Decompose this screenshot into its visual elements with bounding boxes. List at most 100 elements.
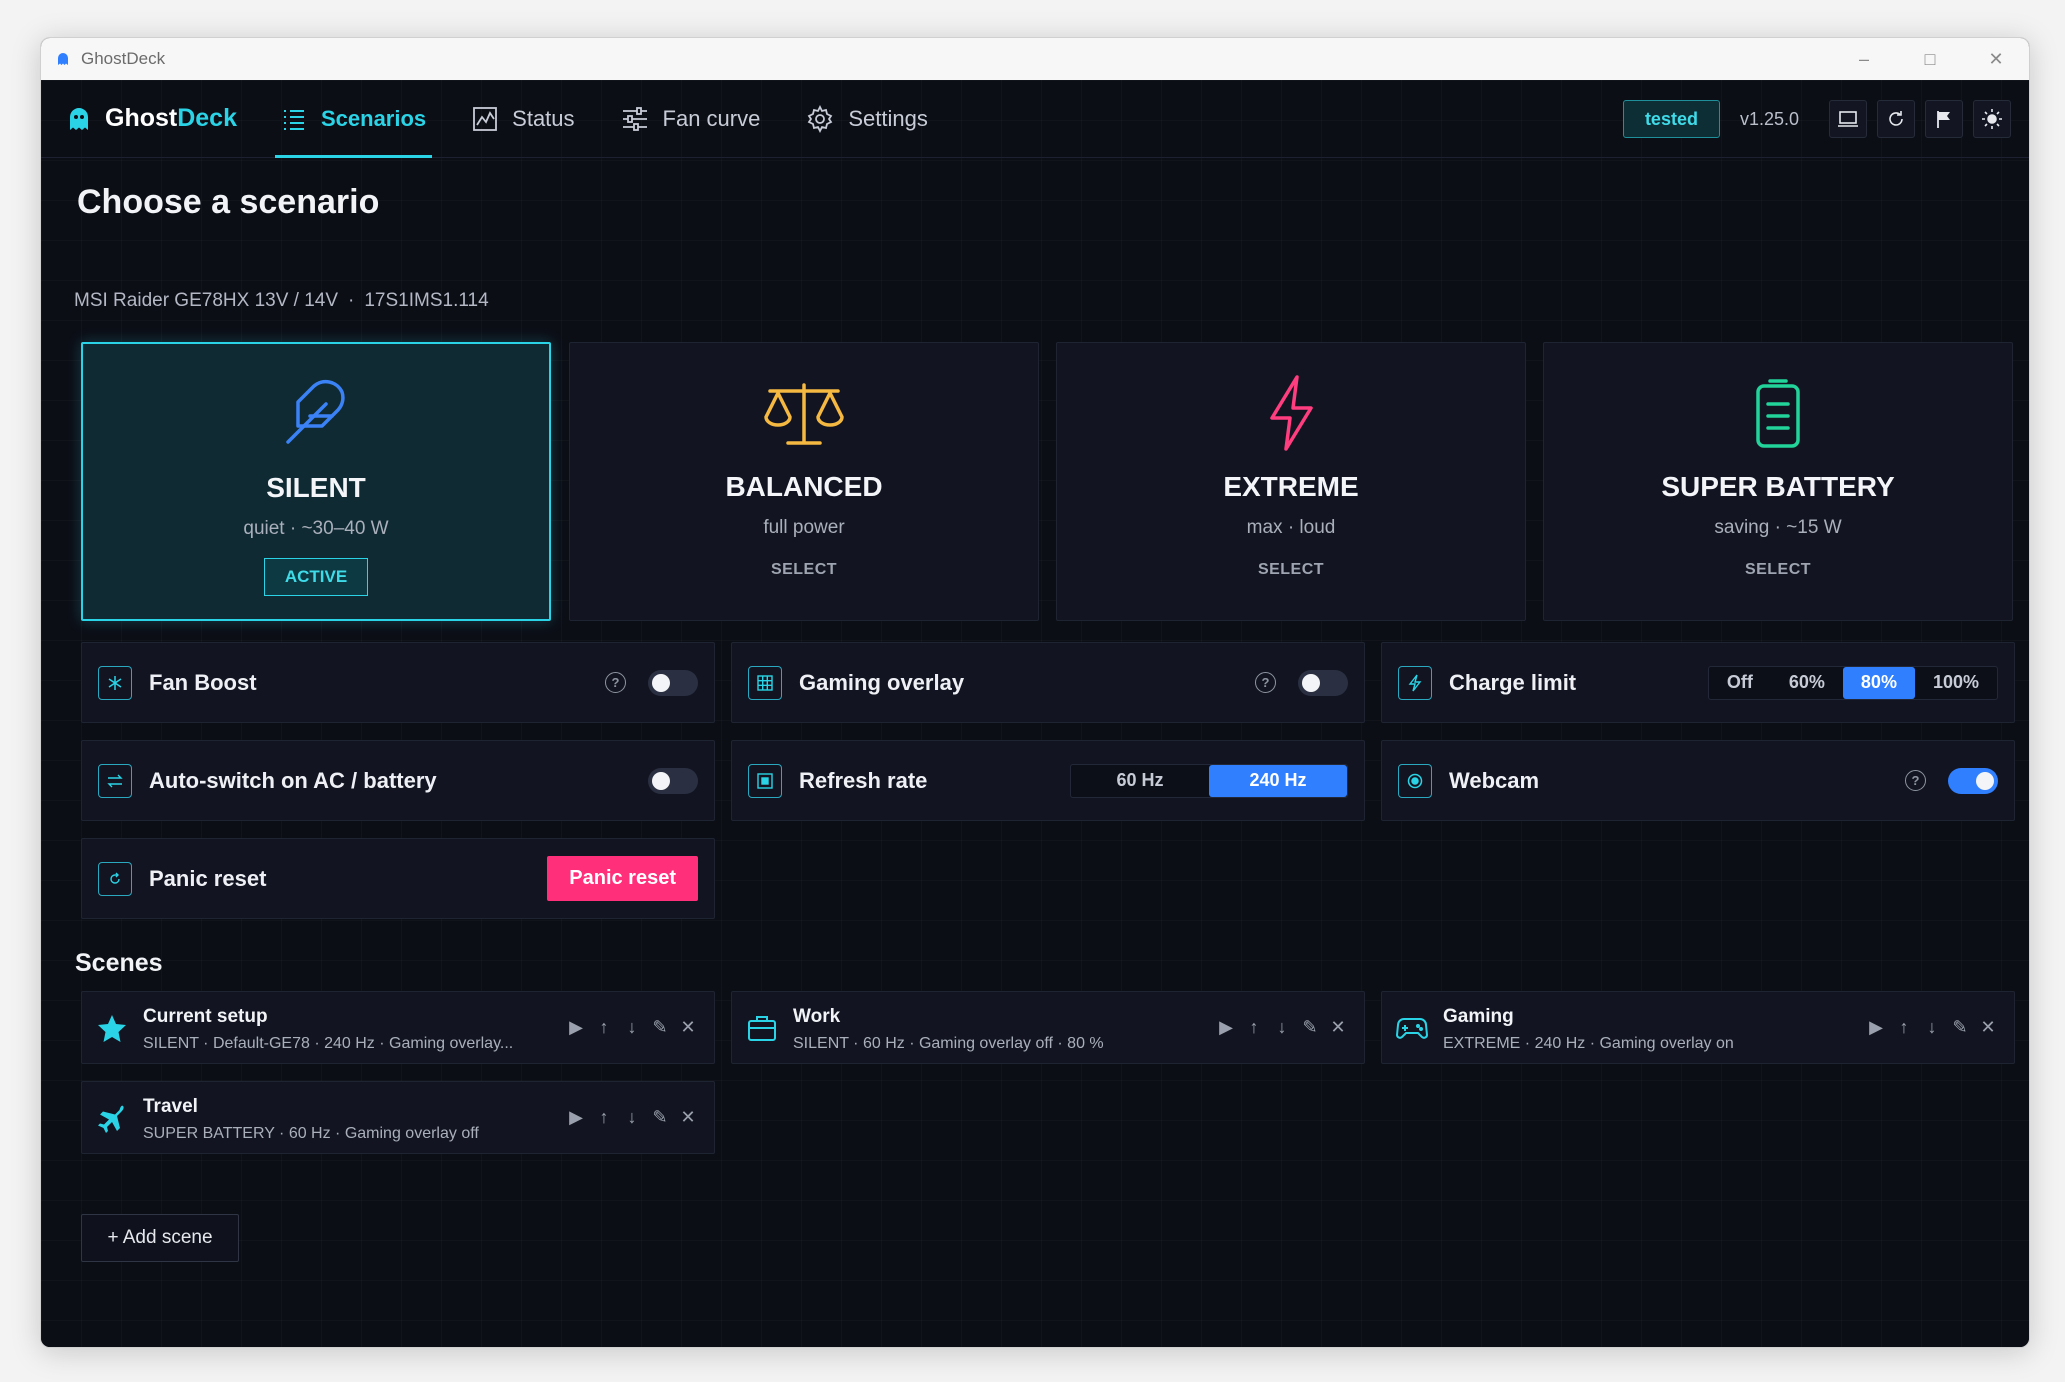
tab-status[interactable]: Status [466, 80, 580, 158]
gaming-overlay-toggle[interactable] [1298, 669, 1348, 696]
move-down-icon[interactable]: ↓ [618, 1017, 646, 1038]
move-down-icon[interactable]: ↓ [1918, 1017, 1946, 1038]
fan-boost-label: Fan Boost [149, 669, 257, 695]
charge-option-100[interactable]: 100% [1915, 667, 1997, 699]
play-icon[interactable]: ▶ [1862, 1017, 1890, 1038]
play-icon[interactable]: ▶ [1212, 1017, 1240, 1038]
help-icon[interactable]: ? [1905, 770, 1926, 791]
swap-icon [98, 763, 132, 798]
laptop-button[interactable] [1829, 100, 1867, 138]
delete-icon[interactable]: ✕ [1974, 1017, 2002, 1038]
charge-option-off[interactable]: Off [1709, 667, 1771, 699]
scenario-desc: saving · ~15 W [1714, 517, 1842, 538]
snowflake-icon [98, 665, 132, 700]
scenario-card-silent[interactable]: SILENT quiet · ~30–40 W ACTIVE [81, 342, 551, 621]
select-label: SELECT [1257, 561, 1325, 578]
move-down-icon[interactable]: ↓ [1268, 1017, 1296, 1038]
scenario-card-super-battery[interactable]: SUPER BATTERY saving · ~15 W SELECT [1543, 342, 2013, 621]
charge-limit-label: Charge limit [1449, 669, 1577, 695]
move-up-icon[interactable]: ↑ [1240, 1017, 1268, 1038]
charge-option-80[interactable]: 80% [1842, 666, 1915, 699]
brand-name-part2: Deck [177, 104, 237, 132]
refresh-button[interactable] [1877, 100, 1915, 138]
ghost-icon [70, 107, 88, 130]
tab-scenarios[interactable]: Scenarios [274, 80, 433, 158]
close-button[interactable]: ✕ [1963, 38, 2029, 80]
scenario-name: BALANCED [725, 471, 883, 502]
refresh-icon [1889, 111, 1903, 126]
title-bar: GhostDeck – □ ✕ [41, 38, 2029, 80]
refresh-option-240[interactable]: 240 Hz [1209, 764, 1347, 797]
webcam-toggle[interactable] [1948, 767, 1998, 794]
scene-travel[interactable]: Travel SUPER BATTERY · 60 Hz · Gaming ov… [81, 1081, 715, 1154]
panic-reset-label: Panic reset [149, 865, 267, 891]
reset-icon [98, 861, 132, 896]
tab-status-label: Status [512, 105, 575, 131]
scene-current-setup[interactable]: Current setup SILENT · Default-GE78 · 24… [81, 991, 715, 1064]
delete-icon[interactable]: ✕ [674, 1107, 702, 1128]
scenario-card-extreme[interactable]: EXTREME max · loud SELECT [1056, 342, 1526, 621]
grid-icon [748, 665, 782, 700]
move-up-icon[interactable]: ↑ [590, 1107, 618, 1128]
scenes-heading: Scenes [75, 949, 163, 977]
select-label: SELECT [770, 561, 838, 578]
scene-meta: SILENT · 60 Hz · Gaming overlay off · 80… [793, 1035, 1104, 1052]
edit-icon[interactable]: ✎ [646, 1107, 674, 1128]
panic-reset-card: Panic reset Panic reset [81, 838, 715, 919]
tab-settings[interactable]: Settings [800, 80, 934, 158]
display-icon [748, 763, 782, 798]
move-down-icon[interactable]: ↓ [618, 1107, 646, 1128]
charge-option-60[interactable]: 60% [1771, 667, 1843, 699]
scenario-desc: max · loud [1246, 517, 1336, 538]
help-icon[interactable]: ? [605, 672, 626, 693]
add-scene-button[interactable]: + Add scene [81, 1214, 239, 1262]
edit-icon[interactable]: ✎ [1946, 1017, 1974, 1038]
scene-name: Travel [143, 1096, 198, 1117]
maximize-button[interactable]: □ [1897, 38, 1963, 80]
scene-meta: EXTREME · 240 Hz · Gaming overlay on [1443, 1035, 1734, 1052]
scene-work[interactable]: Work SILENT · 60 Hz · Gaming overlay off… [731, 991, 1365, 1064]
scenario-desc: full power [763, 517, 845, 538]
star-icon [98, 1015, 126, 1042]
play-icon[interactable]: ▶ [562, 1017, 590, 1038]
edit-icon[interactable]: ✎ [1296, 1017, 1324, 1038]
scene-gaming[interactable]: Gaming EXTREME · 240 Hz · Gaming overlay… [1381, 991, 2015, 1064]
auto-switch-label: Auto-switch on AC / battery [149, 767, 437, 793]
scenario-card-balanced[interactable]: BALANCED full power SELECT [569, 342, 1039, 621]
scene-name: Gaming [1443, 1006, 1514, 1027]
move-up-icon[interactable]: ↑ [1890, 1017, 1918, 1038]
refresh-option-60[interactable]: 60 Hz [1071, 765, 1209, 797]
scenario-name: SUPER BATTERY [1661, 471, 1895, 502]
webcam-icon [1398, 763, 1432, 798]
gaming-overlay-card: Gaming overlay ? [731, 642, 1365, 723]
edit-icon[interactable]: ✎ [646, 1017, 674, 1038]
delete-icon[interactable]: ✕ [674, 1017, 702, 1038]
app-window: GhostDeck – □ ✕ Ghost Deck Scenarios Sta… [40, 37, 2030, 1348]
charge-bolt-icon [1398, 665, 1432, 700]
webcam-label: Webcam [1449, 767, 1540, 793]
scenario-desc: quiet · ~30–40 W [243, 518, 389, 539]
webcam-card: Webcam ? [1381, 740, 2015, 821]
refresh-rate-selector: 60 Hz 240 Hz [1070, 763, 1348, 798]
device-info: MSI Raider GE78HX 13V / 14V · 17S1IMS1.114 [74, 290, 489, 312]
gear-icon [808, 104, 833, 133]
auto-switch-toggle[interactable] [648, 767, 698, 794]
flag-button[interactable] [1925, 100, 1963, 138]
scene-meta: SILENT · Default-GE78 · 240 Hz · Gaming … [143, 1035, 514, 1052]
delete-icon[interactable]: ✕ [1324, 1017, 1352, 1038]
play-icon[interactable]: ▶ [562, 1107, 590, 1128]
main-content: Choose a scenario MSI Raider GE78HX 13V … [69, 159, 2015, 1347]
fan-boost-toggle[interactable] [648, 669, 698, 696]
theme-button[interactable] [1973, 100, 2011, 138]
sun-icon [1982, 109, 2002, 129]
battery-icon [1756, 379, 1800, 448]
move-up-icon[interactable]: ↑ [590, 1017, 618, 1038]
tab-fan-curve-label: Fan curve [662, 105, 761, 131]
flag-icon [1937, 111, 1950, 128]
tab-fan-curve[interactable]: Fan curve [615, 80, 767, 158]
auto-switch-card: Auto-switch on AC / battery [81, 740, 715, 821]
tab-settings-label: Settings [848, 105, 928, 131]
minimize-button[interactable]: – [1831, 38, 1897, 80]
panic-reset-button[interactable]: Panic reset [547, 856, 698, 901]
help-icon[interactable]: ? [1255, 672, 1276, 693]
